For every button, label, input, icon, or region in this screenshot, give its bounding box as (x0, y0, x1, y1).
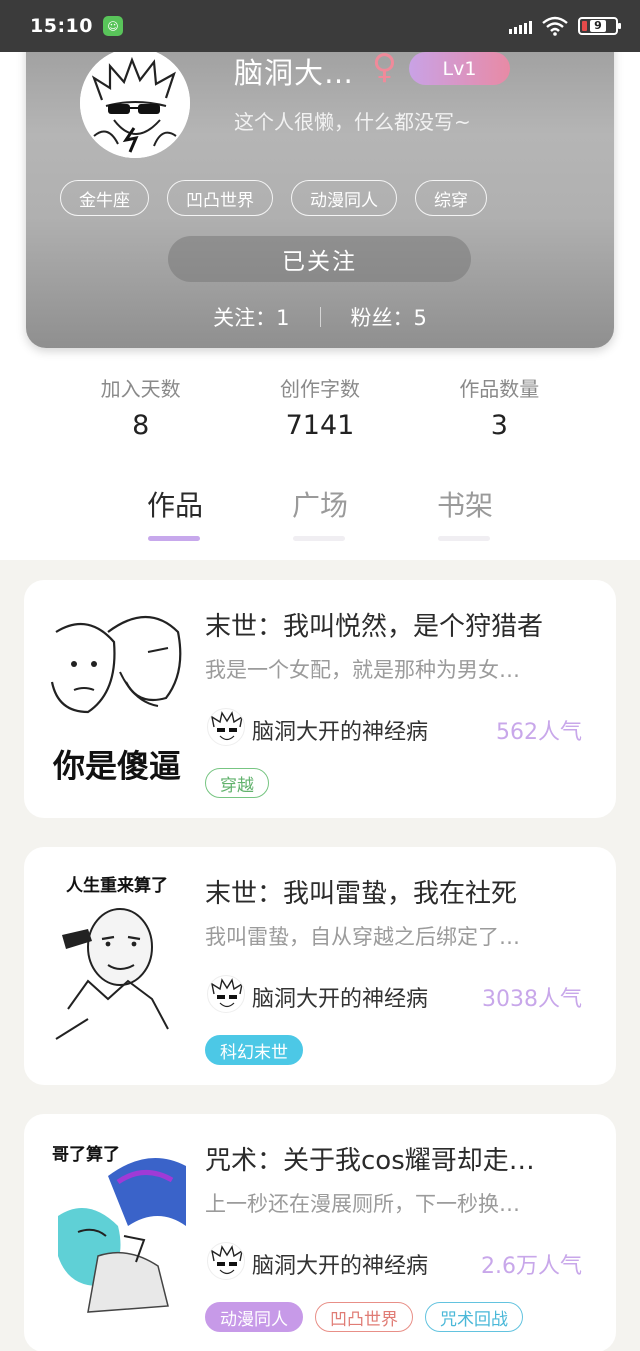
status-time: 15:10 (30, 15, 93, 37)
work-card[interactable]: 你是傻逼 末世：我叫悦然，是个狩猎者 我是一个女配，就是那种为男女… 脑洞大开的… (24, 580, 616, 818)
status-bar: 15:10 ☺ 9 (0, 0, 640, 52)
profile-bio: 这个人很懒，什么都没写~ (234, 110, 471, 134)
tab-label: 广场 (291, 489, 348, 522)
avatar-illustration-icon (80, 48, 190, 158)
author-avatar (207, 1242, 245, 1280)
work-tags: 动漫同人 凹凸世界 咒术回战 (205, 1302, 523, 1332)
work-tags: 科幻末世 (205, 1035, 303, 1065)
work-tag[interactable]: 科幻末世 (205, 1035, 303, 1065)
stat-word-count: 创作字数 7141 (240, 373, 400, 471)
stat-label: 作品数量 (459, 377, 540, 401)
work-tag[interactable]: 动漫同人 (205, 1302, 303, 1332)
work-author: 脑洞大开的神经病 (252, 987, 429, 1012)
author-avatar (207, 708, 245, 746)
stat-works-count: 作品数量 3 (419, 373, 579, 471)
work-popularity: 562人气 (496, 720, 582, 745)
work-author: 脑洞大开的神经病 (252, 720, 429, 745)
divider (319, 307, 321, 327)
battery-icon: 9 (578, 17, 621, 35)
work-title: 末世：我叫雷蛰，我在社死 (205, 879, 518, 909)
work-cover[interactable]: 你是傻逼 (48, 602, 186, 780)
stats-card: 加入天数 8 创作字数 7141 作品数量 3 (51, 345, 589, 471)
signal-icon (509, 18, 532, 34)
work-tag[interactable]: 穿越 (205, 768, 269, 798)
tab-label: 作品 (146, 489, 203, 522)
anime-cover-icon: 哥了算了 (48, 1136, 186, 1314)
following-count[interactable]: 关注：1 (213, 302, 289, 332)
profile-card: 脑洞大… ♀ Lv1 这个人很懒，什么都没写~ 金牛座 凹凸世界 动漫同人 综穿… (26, 20, 614, 348)
profile-tag[interactable]: 凹凸世界 (167, 180, 273, 216)
battery-level: 9 (590, 20, 606, 32)
stat-value: 3 (490, 410, 508, 441)
tab-square[interactable]: 广场 (248, 484, 393, 544)
tab-label: 书架 (436, 489, 493, 522)
android-notification-icon: ☺ (102, 16, 123, 36)
stat-join-days: 加入天数 8 (61, 373, 221, 471)
work-title: 咒术：关于我cos耀哥却走… (205, 1146, 535, 1176)
female-gender-icon: ♀ (372, 47, 397, 87)
work-description: 我是一个女配，就是那种为男女… (205, 658, 520, 682)
tab-works[interactable]: 作品 (103, 484, 248, 544)
work-card[interactable]: 哥了算了 咒术：关于我cos耀哥却走… 上一秒还在漫展厕所，下一秒换… 脑洞大开… (24, 1114, 616, 1351)
profile-tag[interactable]: 动漫同人 (291, 180, 397, 216)
tab-indicator (292, 536, 345, 541)
content-tabs: 作品 广场 书架 (0, 484, 640, 544)
work-popularity: 3038人气 (482, 987, 582, 1012)
profile-tag[interactable]: 金牛座 (60, 180, 149, 216)
stat-value: 8 (132, 410, 150, 441)
stat-value: 7141 (285, 410, 355, 441)
work-cover[interactable]: 哥了算了 (48, 1136, 186, 1314)
cover-caption: 你是傻逼 (52, 747, 181, 780)
work-cover[interactable]: 人生重来算了 (48, 869, 186, 1047)
tab-indicator (437, 536, 490, 541)
author-avatar (207, 975, 245, 1013)
follow-stats: 关注：1 粉丝：5 (26, 302, 614, 332)
tab-indicator (147, 536, 200, 541)
level-badge: Lv1 (409, 52, 510, 85)
profile-tag[interactable]: 综穿 (415, 180, 487, 216)
work-title: 末世：我叫悦然，是个狩猎者 (205, 612, 544, 642)
work-popularity: 2.6万人气 (481, 1254, 582, 1279)
work-tag[interactable]: 凹凸世界 (315, 1302, 413, 1332)
work-description: 我叫雷蛰，自从穿越之后绑定了… (205, 925, 520, 949)
nickname: 脑洞大… (234, 56, 355, 90)
stat-label: 创作字数 (279, 377, 360, 401)
profile-tags: 金牛座 凹凸世界 动漫同人 综穿 (60, 180, 487, 216)
cover-caption: 哥了算了 (52, 1144, 120, 1165)
fans-count[interactable]: 粉丝：5 (351, 302, 427, 332)
works-list: 你是傻逼 末世：我叫悦然，是个狩猎者 我是一个女配，就是那种为男女… 脑洞大开的… (24, 580, 616, 1351)
work-description: 上一秒还在漫展厕所，下一秒换… (205, 1192, 520, 1216)
work-tag[interactable]: 咒术回战 (425, 1302, 523, 1332)
cover-caption: 人生重来算了 (66, 875, 168, 896)
work-tags: 穿越 (205, 768, 269, 798)
meme-cover-icon: 你是傻逼 (48, 602, 186, 780)
work-author: 脑洞大开的神经病 (252, 1254, 429, 1279)
follow-button[interactable]: 已关注 (168, 236, 471, 282)
wifi-icon (542, 16, 568, 36)
status-indicators: 9 (509, 16, 621, 36)
work-card[interactable]: 人生重来算了 末世：我叫雷蛰，我在社死 我叫雷蛰，自从穿越之后绑定了… 脑洞大开… (24, 847, 616, 1085)
stat-label: 加入天数 (100, 377, 181, 401)
tab-bookshelf[interactable]: 书架 (393, 484, 538, 544)
avatar[interactable] (80, 48, 190, 158)
meme-cover-icon: 人生重来算了 (48, 869, 186, 1047)
